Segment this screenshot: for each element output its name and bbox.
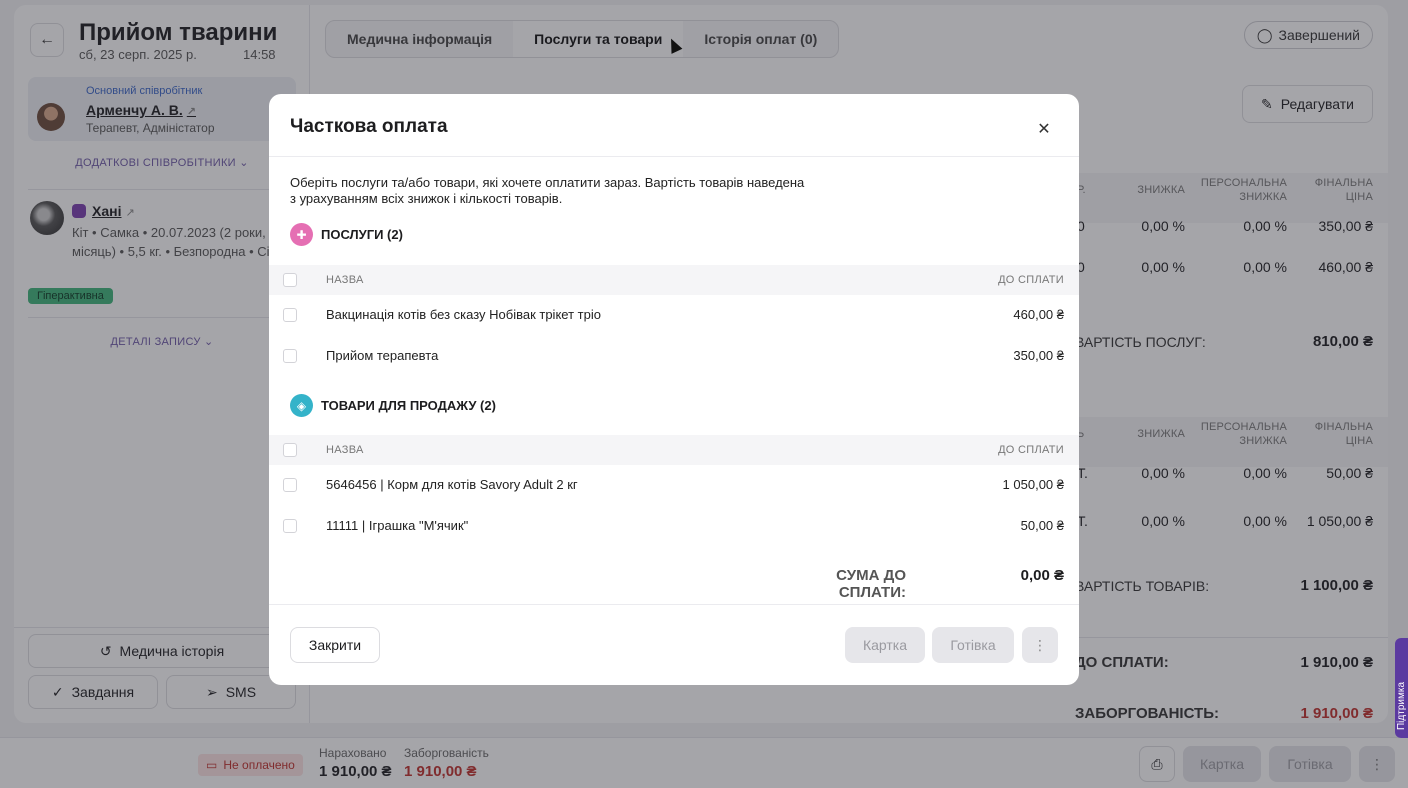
- service-name: Прийом терапевта: [326, 348, 439, 363]
- total-label: СУМА ДО СПЛАТИ:: [836, 567, 906, 601]
- goods-amount: 1 050,00 ₴: [1002, 477, 1064, 492]
- goods-name: 11111 | Іграшка "М'ячик": [326, 518, 469, 533]
- more-button[interactable]: ⋮: [1022, 627, 1058, 663]
- divider: [269, 604, 1079, 605]
- goods-section-header: ◈ ТОВАРИ ДЛЯ ПРОДАЖУ (2): [290, 394, 496, 417]
- partial-payment-dialog: Часткова оплата ✕ Оберіть послуги та/або…: [269, 94, 1079, 685]
- select-all-goods-checkbox[interactable]: [283, 443, 297, 457]
- services-heading: ПОСЛУГИ (2): [321, 227, 403, 242]
- goods-name: 5646456 | Корм для котів Savory Adult 2 …: [326, 477, 578, 492]
- more-vertical-icon: ⋮: [1033, 636, 1047, 653]
- row-checkbox[interactable]: [283, 478, 297, 492]
- dialog-description: Оберіть послуги та/або товари, які хочет…: [290, 175, 805, 206]
- card-pay-button[interactable]: Картка: [845, 627, 925, 663]
- services-section-header: ✚ ПОСЛУГИ (2): [290, 223, 403, 246]
- column-header-amount: ДО СПЛАТИ: [998, 444, 1064, 456]
- column-header-name: НАЗВА: [326, 274, 364, 286]
- medkit-icon: ✚: [290, 223, 313, 246]
- service-amount: 350,00 ₴: [1013, 348, 1064, 363]
- services-table-header: НАЗВА ДО СПЛАТИ: [269, 265, 1079, 295]
- total-value: 0,00 ₴: [1020, 567, 1064, 584]
- close-button[interactable]: Закрити: [290, 627, 380, 663]
- tag-icon: ◈: [290, 394, 313, 417]
- column-header-amount: ДО СПЛАТИ: [998, 274, 1064, 286]
- goods-heading: ТОВАРИ ДЛЯ ПРОДАЖУ (2): [321, 398, 496, 413]
- dialog-title: Часткова оплата: [290, 116, 448, 137]
- close-icon[interactable]: ✕: [1031, 116, 1057, 142]
- row-checkbox[interactable]: [283, 519, 297, 533]
- goods-amount: 50,00 ₴: [1020, 518, 1064, 533]
- select-all-services-checkbox[interactable]: [283, 273, 297, 287]
- support-label[interactable]: Підтримка: [1396, 650, 1408, 730]
- divider: [269, 156, 1079, 157]
- column-header-name: НАЗВА: [326, 444, 364, 456]
- service-amount: 460,00 ₴: [1013, 307, 1064, 322]
- goods-table-header: НАЗВА ДО СПЛАТИ: [269, 435, 1079, 465]
- service-name: Вакцинація котів без сказу Нобівак тріке…: [326, 307, 601, 322]
- row-checkbox[interactable]: [283, 308, 297, 322]
- row-checkbox[interactable]: [283, 349, 297, 363]
- cash-pay-button[interactable]: Готівка: [932, 627, 1014, 663]
